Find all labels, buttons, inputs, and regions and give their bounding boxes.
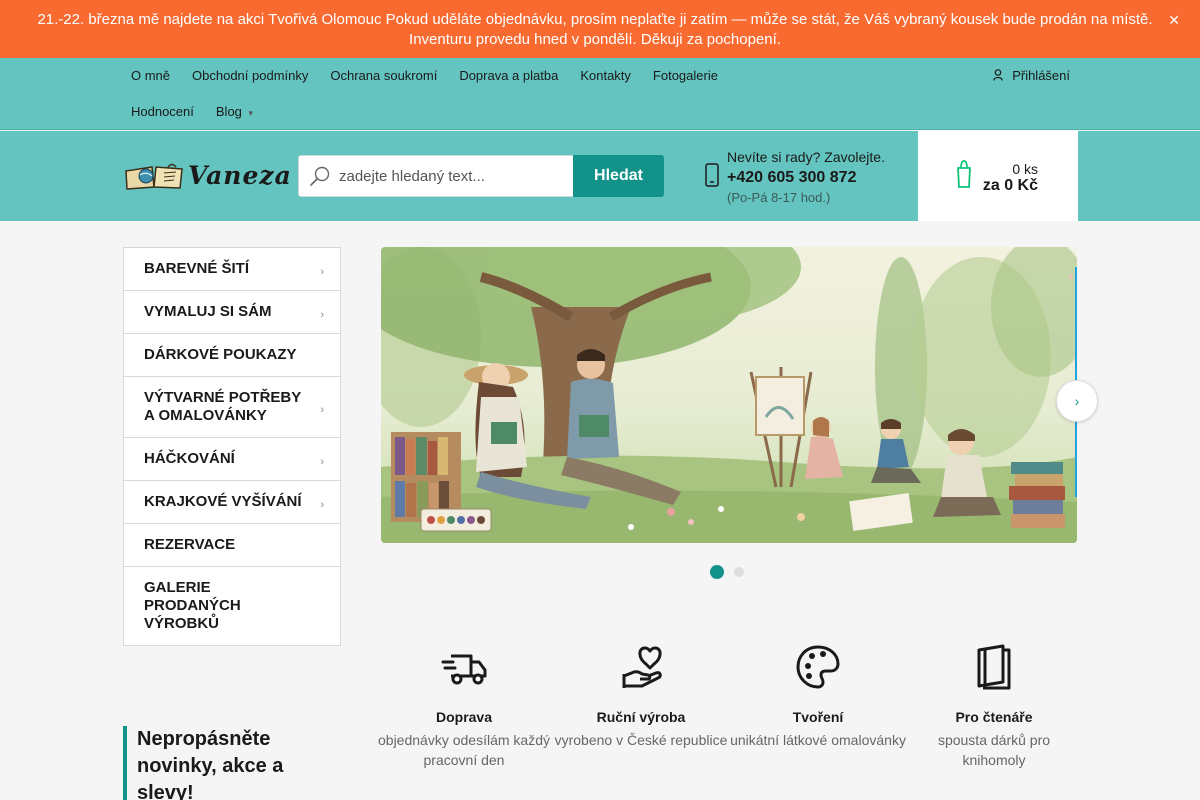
search-input[interactable]	[339, 156, 569, 196]
nav-link-doprava-a-platba[interactable]: Doprava a platba	[450, 68, 567, 83]
announcement-text: 21.-22. března mě najdete na akci Tvořiv…	[37, 11, 1153, 48]
contact-question: Nevíte si rady? Zavolejte.	[727, 149, 885, 165]
feature-pro-ctenare: Pro čtenáře spousta dárků pro knihomoly	[906, 642, 1082, 770]
nav-link-ochrana-soukromi[interactable]: Ochrana soukromí	[321, 68, 446, 83]
feature-title: Pro čtenáře	[955, 709, 1033, 725]
category-label: VÝTVARNÉ POTŘEBY A OMALOVÁNKY	[144, 389, 301, 424]
feature-text: objednávky odesílám každý pracovní den	[378, 732, 550, 768]
nav-row-primary: O mně Obchodní podmínky Ochrana soukromí Do…	[122, 68, 731, 83]
slider-pagination	[710, 563, 754, 581]
book-logo-icon	[125, 163, 183, 190]
chevron-right-icon: ›	[1074, 393, 1080, 409]
login-label: Přihlášení	[1012, 68, 1070, 83]
nav-link-hodnoceni[interactable]: Hodnocení	[122, 104, 203, 119]
category-darkove-poukazy[interactable]: DÁRKOVÉ POUKAZY	[124, 334, 340, 377]
chevron-right-icon: ›	[320, 266, 324, 278]
phone-icon	[705, 163, 719, 187]
category-vymaluj-si-sam[interactable]: VYMALUJ SI SÁM ›	[124, 291, 340, 334]
category-label: HÁČKOVÁNÍ	[144, 450, 235, 467]
newsletter-title: Nepropásněte novinky, akce a slevy!	[137, 728, 284, 800]
feature-doprava: Doprava objednávky odesílám každý pracov…	[376, 642, 552, 770]
feature-text: spousta dárků pro knihomoly	[937, 732, 1051, 768]
chevron-right-icon: ›	[320, 309, 324, 321]
nav-link-obchodni-podminky[interactable]: Obchodní podmínky	[183, 68, 317, 83]
nav-link-fotogalerie[interactable]: Fotogalerie	[644, 68, 727, 83]
nav-link-blog[interactable]: Blog ▾	[207, 104, 262, 119]
category-label: VYMALUJ SI SÁM	[144, 303, 272, 320]
cart-button[interactable]: 0 ks za 0 Kč	[918, 131, 1078, 221]
feature-tvoreni: Tvoření unikátní látkové omalovánky	[730, 642, 906, 750]
login-link[interactable]: Přihlášení	[993, 68, 1070, 83]
category-menu: BAREVNÉ ŠITÍ › VYMALUJ SI SÁM › DÁRKOVÉ PO…	[123, 247, 341, 646]
nav-row-secondary: Hodnocení Blog ▾	[122, 104, 266, 119]
feature-title: Ruční výroba	[596, 709, 686, 725]
category-vytvarne-potreby[interactable]: VÝTVARNÉ POTŘEBY A OMALOVÁNKY ›	[124, 377, 340, 438]
category-krajkove-vysivani[interactable]: KRAJKOVÉ VYŠÍVÁNÍ ›	[124, 481, 340, 524]
feature-rucni-vyroba: Ruční výroba vyrobeno v České republice	[553, 642, 729, 750]
slider-dot-2[interactable]	[734, 566, 744, 577]
category-label: GALERIE PRODANÝCH VÝROBKŮ	[144, 579, 241, 632]
search-button[interactable]: Hledat	[573, 155, 664, 197]
search-icon	[310, 166, 330, 186]
book-icon	[977, 644, 1011, 690]
feature-text: vyrobeno v České republice	[554, 732, 728, 748]
chevron-down-icon: ▾	[248, 108, 254, 118]
site-header: Vaneza Hledat Nevíte si rady? Zavolejte.…	[0, 131, 1200, 221]
category-label: DÁRKOVÉ POUKAZY	[144, 346, 297, 363]
chevron-right-icon: ›	[320, 456, 324, 468]
contact-hours: (Po-Pá 8-17 hod.)	[727, 190, 831, 205]
newsletter-block: Nepropásněte novinky, akce a slevy!	[123, 726, 323, 800]
cart-icon	[957, 160, 971, 188]
category-label: REZERVACE	[144, 536, 236, 553]
feature-title: Doprava	[435, 709, 493, 725]
hero-illustration	[381, 247, 1077, 543]
category-label: BAREVNÉ ŠITÍ	[144, 260, 250, 277]
cart-count: 0 ks	[1012, 161, 1038, 177]
feature-title: Tvoření	[792, 709, 844, 725]
contact-phone[interactable]: +420 605 300 872	[727, 165, 885, 191]
site-logo[interactable]: Vaneza	[124, 157, 291, 197]
cart-total: za 0 Kč	[982, 177, 1038, 194]
nav-link-blog-label: Blog	[215, 104, 242, 119]
nav-link-kontakty[interactable]: Kontakty	[571, 68, 640, 83]
chevron-right-icon: ›	[320, 499, 324, 511]
category-galerie-prodanych[interactable]: GALERIE PRODANÝCH VÝROBKŮ	[124, 567, 340, 645]
announcement-bar: 21.-22. března mě najdete na akci Tvořiv…	[0, 0, 1200, 58]
slider-next-button[interactable]: ›	[1056, 380, 1098, 422]
close-icon[interactable]: ✕	[1168, 10, 1180, 30]
category-label: KRAJKOVÉ VYŠÍVÁNÍ	[144, 493, 302, 510]
category-barevne-siti[interactable]: BAREVNÉ ŠITÍ ›	[124, 248, 340, 291]
user-icon	[993, 69, 1006, 83]
nav-link-o-mne[interactable]: O mně	[122, 68, 179, 83]
logo-wordmark: Vaneza	[188, 161, 292, 190]
search-field[interactable]	[298, 155, 574, 197]
chevron-right-icon: ›	[320, 404, 324, 416]
category-hackovani[interactable]: HÁČKOVÁNÍ ›	[124, 438, 340, 481]
category-rezervace[interactable]: REZERVACE	[124, 524, 340, 567]
feature-text: unikátní látkové omalovánky	[730, 732, 906, 748]
hero-slider[interactable]	[381, 247, 1077, 543]
palette-icon	[796, 645, 840, 689]
top-navigation: O mně Obchodní podmínky Ochrana soukromí Do…	[0, 58, 1200, 130]
truck-icon	[441, 654, 487, 685]
hand-heart-icon	[622, 646, 662, 688]
slider-dot-1[interactable]	[710, 564, 724, 579]
